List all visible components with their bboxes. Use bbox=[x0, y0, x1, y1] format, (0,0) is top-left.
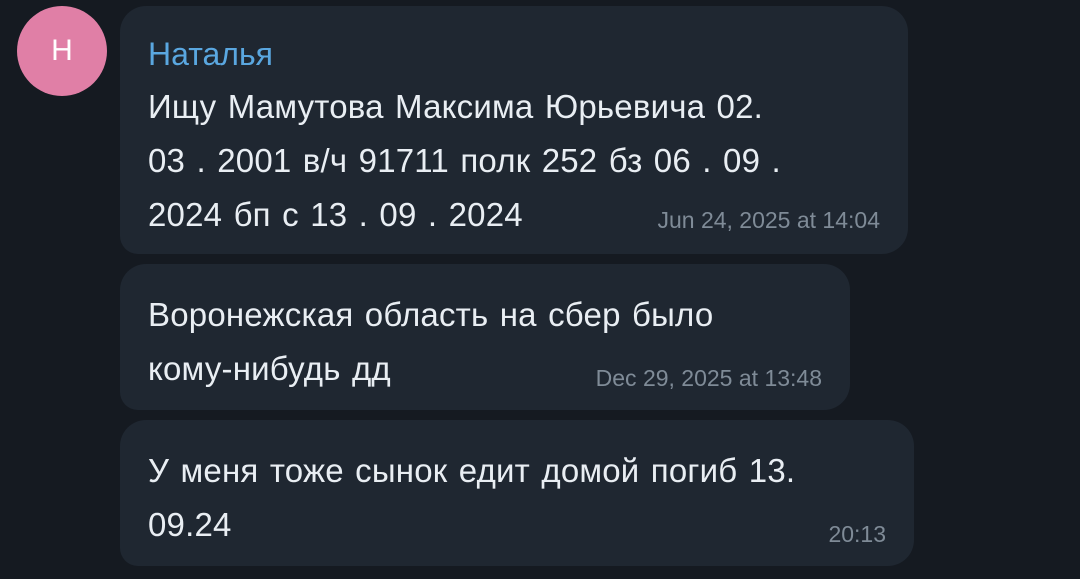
sender-avatar[interactable]: Н bbox=[17, 6, 107, 96]
message-text: У меня тоже сынок едит домой погиб 13. 0… bbox=[148, 444, 886, 552]
avatar-initial: Н bbox=[51, 34, 73, 67]
message-timestamp: 20:13 bbox=[828, 521, 886, 547]
message-line: 09.24 bbox=[148, 506, 232, 543]
message-line: Воронежская область на сбер было bbox=[148, 296, 714, 333]
message-timestamp: Jun 24, 2025 at 14:04 bbox=[657, 207, 880, 233]
message-bubble[interactable]: Наталья Ищу Мамутова Максима Юрьевича 02… bbox=[120, 6, 908, 254]
message-line: 03 . 2001 в/ч 91711 полк 252 бз 06 . 09 … bbox=[148, 142, 781, 179]
chat-view: Н Наталья Ищу Мамутова Максима Юрьевича … bbox=[0, 0, 1080, 579]
message-bubble[interactable]: У меня тоже сынок едит домой погиб 13. 0… bbox=[120, 420, 914, 566]
sender-name[interactable]: Наталья bbox=[148, 34, 880, 74]
message-line: У меня тоже сынок едит домой погиб 13. bbox=[148, 452, 796, 489]
message-bubble[interactable]: Воронежская область на сбер было кому-ни… bbox=[120, 264, 850, 410]
message-timestamp: Dec 29, 2025 at 13:48 bbox=[595, 365, 822, 391]
message-line: Ищу Мамутова Максима Юрьевича 02. bbox=[148, 88, 764, 125]
